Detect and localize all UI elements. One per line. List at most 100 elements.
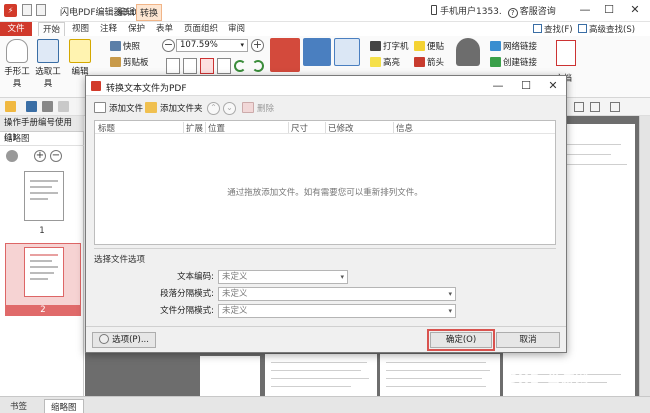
rotate-right-icon[interactable] — [252, 60, 264, 72]
thumb-zoom-in-button[interactable]: + — [34, 150, 46, 162]
hand-tool-button[interactable]: 手形工具 — [3, 39, 31, 89]
column-modified[interactable]: 已修改 — [328, 122, 354, 134]
page-thumbnail-2[interactable] — [24, 247, 64, 297]
typewriter-icon — [370, 41, 381, 51]
tab-thumbnails[interactable]: 缩略图 — [44, 399, 84, 413]
tab-bookmarks[interactable]: 书签 — [4, 399, 33, 413]
ok-button[interactable]: 确定(O) — [427, 329, 495, 351]
add-folder-label: 添加文件夹 — [160, 104, 203, 114]
fit-page-icon[interactable] — [166, 58, 180, 74]
encoding-select[interactable]: 未定义 ▾ — [218, 270, 348, 284]
clipboard-button[interactable]: 剪贴板 — [110, 56, 149, 68]
zoom-in-button[interactable]: + — [251, 39, 264, 52]
tab-view[interactable]: 视图 — [68, 22, 93, 36]
file-separator-select[interactable]: 未定义 ▾ — [218, 304, 456, 318]
find-label: 查找(F) — [544, 25, 573, 35]
zoom-input[interactable]: 107.59% ▾ — [176, 39, 248, 52]
convert-tool-icon[interactable] — [270, 38, 300, 72]
snapshot-button[interactable]: 快照 — [110, 40, 140, 52]
column-size[interactable]: 尺寸 — [291, 122, 308, 134]
edit-tool-button[interactable]: 编辑 — [66, 39, 94, 77]
user-area[interactable]: 手机用户1353.? 客服咨询 — [431, 4, 556, 18]
dialog-close-button[interactable]: ✕ — [545, 79, 561, 92]
thumbnail-toolbar: + − — [0, 147, 84, 165]
paragraph-separator-select[interactable]: 未定义 ▾ — [218, 287, 456, 301]
move-down-button[interactable]: ⌄ — [223, 102, 236, 115]
options-button-label: 选项(P)... — [112, 335, 149, 345]
tab-annotate[interactable]: 注释 — [96, 22, 121, 36]
tab-form[interactable]: 表单 — [152, 22, 177, 36]
save-icon[interactable] — [36, 4, 46, 16]
add-folder-button[interactable]: 添加文件夹 — [145, 101, 203, 117]
actual-size-icon[interactable] — [200, 58, 214, 74]
select-tool-button[interactable]: 选取工具 — [34, 39, 62, 89]
context-tab-convert[interactable]: 转换 — [136, 4, 163, 21]
certificate-icon[interactable] — [556, 40, 576, 66]
page-thumbnail-1[interactable] — [24, 171, 64, 221]
tab-review[interactable]: 审阅 — [224, 22, 249, 36]
open-file-icon[interactable] — [22, 4, 32, 16]
clipboard-icon — [110, 57, 121, 67]
gear-icon[interactable] — [6, 150, 18, 162]
highlight-button[interactable]: 高亮 — [370, 56, 400, 68]
print-icon[interactable] — [42, 101, 53, 112]
add-file-label: 添加文件 — [109, 104, 144, 114]
gear-icon — [99, 334, 110, 344]
page-icon[interactable] — [574, 102, 584, 112]
cancel-button[interactable]: 取消 — [496, 332, 560, 348]
hand-tool-label: 手形工具 — [4, 67, 30, 89]
create-link-button[interactable]: 创建链接 — [490, 56, 537, 68]
note-button[interactable]: 便贴 — [414, 40, 444, 52]
column-extension[interactable]: 扩展 — [186, 122, 203, 134]
typewriter-button[interactable]: 打字机 — [370, 40, 409, 52]
create-link-icon — [490, 57, 501, 67]
context-tab-edit[interactable]: 编辑 — [114, 4, 138, 19]
stamp-icon[interactable] — [456, 38, 480, 66]
minimize-button[interactable]: — — [578, 3, 592, 16]
dialog-maximize-button[interactable]: ☐ — [518, 79, 534, 92]
advanced-find-button[interactable]: 高级查找(S) — [578, 23, 635, 35]
dialog-minimize-button[interactable]: — — [490, 79, 506, 92]
add-file-button[interactable]: 添加文件 — [94, 101, 143, 117]
tab-home[interactable]: 开始 — [38, 22, 66, 36]
tab-protect[interactable]: 保护 — [124, 22, 149, 36]
file-list[interactable]: 标题 扩展 位置 尺寸 已修改 信息 通过拖放添加文件。如有需要您可以重新排列文… — [94, 120, 556, 245]
tab-page-organize[interactable]: 页面组织 — [180, 22, 222, 36]
options-button[interactable]: 选项(P)... — [92, 332, 156, 348]
folder-icon[interactable] — [5, 101, 16, 112]
maximize-button[interactable]: ☐ — [602, 3, 616, 16]
save-disk-icon[interactable] — [26, 101, 37, 112]
move-up-button[interactable]: ⌃ — [207, 102, 220, 115]
thumb-zoom-out-button[interactable]: − — [50, 150, 62, 162]
close-button[interactable]: ✕ — [628, 3, 642, 16]
image-tool-icon[interactable] — [303, 38, 331, 66]
left-panel: 操作手册编号使用(1) 缩略图 + − 1 2 — [0, 116, 84, 402]
tab-file[interactable]: 文件 — [0, 22, 32, 36]
fit-width-icon[interactable] — [183, 58, 197, 74]
find-button[interactable]: 查找(F) — [533, 23, 573, 35]
chevron-down-icon: ▾ — [448, 307, 452, 315]
dialog-title: 转换文本文件为PDF — [106, 84, 187, 94]
zoom-value: 107.59% — [180, 40, 218, 50]
web-link-button[interactable]: 网络链接 — [490, 40, 537, 52]
column-title[interactable]: 标题 — [98, 122, 115, 134]
dialog-toolbar: 添加文件 添加文件夹 ⌃ ⌄ 删除 — [90, 99, 560, 119]
arrow-button[interactable]: 箭头 — [414, 56, 444, 68]
page-icon-2[interactable] — [590, 102, 600, 112]
vertical-scrollbar[interactable] — [639, 116, 650, 396]
select-tool-label: 选取工具 — [35, 67, 61, 89]
thumbnail-label-1: 1 — [39, 226, 45, 236]
dialog-title-bar: 转换文本文件为PDF — ☐ ✕ — [86, 76, 566, 96]
page-view-icon[interactable] — [217, 58, 231, 74]
delete-button[interactable]: 删除 — [242, 101, 274, 117]
column-location[interactable]: 位置 — [208, 122, 225, 134]
zoom-out-button[interactable]: − — [162, 39, 175, 52]
mail-icon[interactable] — [58, 101, 69, 112]
rotate-left-icon[interactable] — [234, 60, 246, 72]
shape-tool-icon[interactable] — [334, 38, 360, 66]
clipboard-label: 剪贴板 — [123, 58, 149, 68]
help-link[interactable]: 客服咨询 — [520, 7, 556, 17]
page-icon-3[interactable] — [610, 102, 620, 112]
convert-text-dialog: 转换文本文件为PDF — ☐ ✕ 添加文件 添加文件夹 ⌃ ⌄ 删除 标题 扩展… — [85, 75, 567, 353]
column-info[interactable]: 信息 — [396, 122, 413, 134]
